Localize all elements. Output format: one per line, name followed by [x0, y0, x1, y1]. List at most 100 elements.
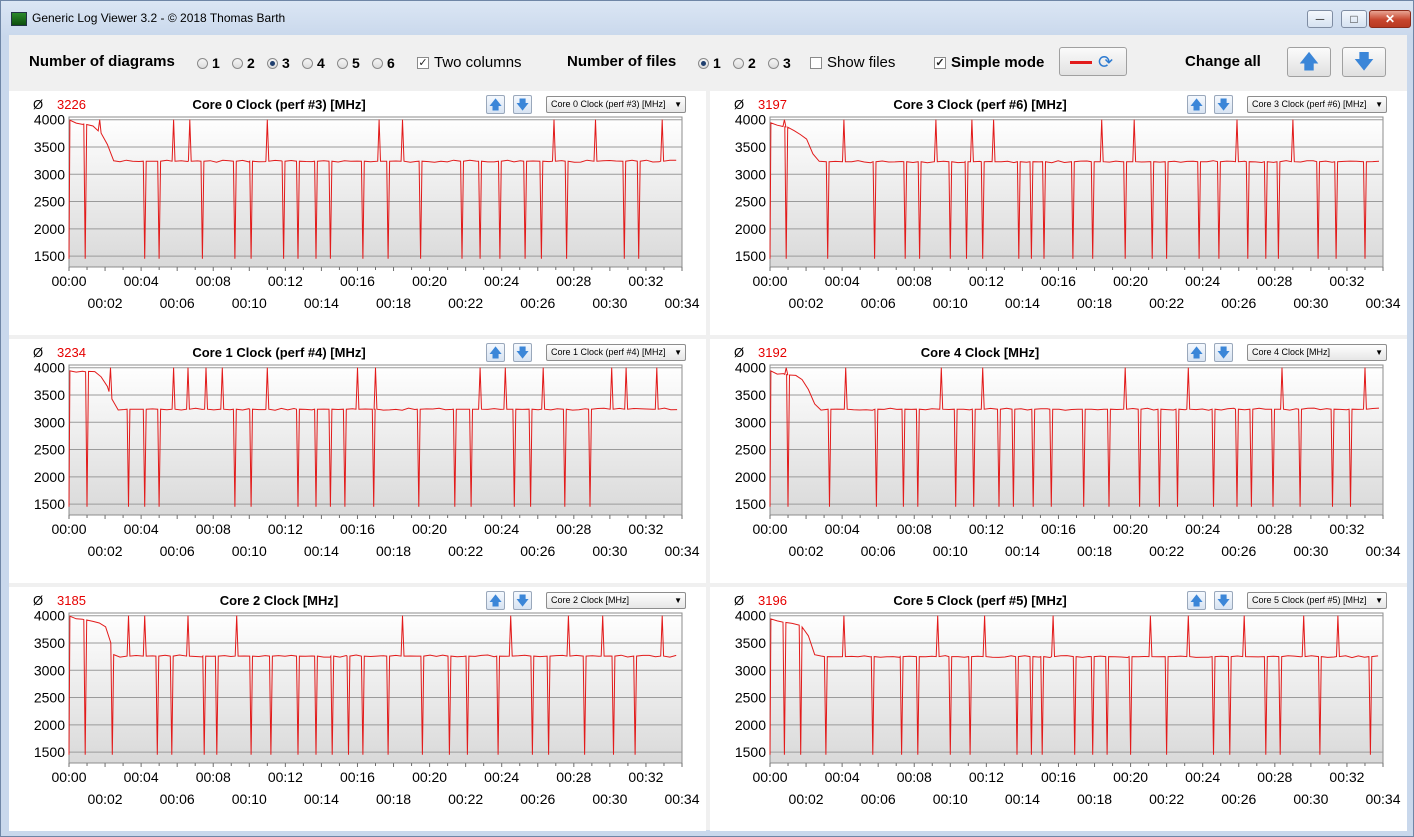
diagram-move-up-button[interactable]: 🡅 [1187, 343, 1206, 362]
window-title: Generic Log Viewer 3.2 - © 2018 Thomas B… [32, 11, 286, 25]
file-radio-label: 3 [783, 55, 791, 71]
y-tick-label: 2000 [34, 469, 65, 485]
simple-mode-label: Simple mode [951, 54, 1045, 71]
x-tick-label: 00:32 [1329, 521, 1364, 537]
sensor-select[interactable]: Core 3 Clock (perf #6) [MHz] ▼ [1247, 96, 1387, 113]
show-files-check-icon[interactable] [810, 56, 822, 69]
diagram-radio-4[interactable]: 4 [302, 55, 325, 71]
diagram-radio-5[interactable]: 5 [337, 55, 360, 71]
diagram-panel: Ø 3197 Core 3 Clock (perf #6) [MHz] 🡅 🡇 … [710, 91, 1407, 335]
diagram-move-up-button[interactable]: 🡅 [486, 95, 505, 114]
x-tick-label: 00:34 [1365, 791, 1400, 807]
x-tick-label: 00:30 [592, 543, 627, 559]
x-tick-label: 00:18 [1077, 791, 1112, 807]
sensor-select-value: Core 3 Clock (perf #6) [MHz] [1252, 99, 1367, 109]
diagram-radio-label: 1 [212, 55, 220, 71]
file-radio-1[interactable]: 1 [698, 55, 721, 71]
sensor-select[interactable]: Core 2 Clock [MHz] ▼ [546, 592, 686, 609]
diagram-radio-dot-icon[interactable] [337, 57, 348, 69]
move-all-up-button[interactable]: 🡅 [1287, 47, 1331, 77]
diagram-move-up-button[interactable]: 🡅 [486, 591, 505, 610]
diagram-radio-3[interactable]: 3 [267, 55, 290, 71]
x-tick-label: 00:02 [88, 543, 123, 559]
y-tick-label: 1500 [34, 248, 65, 264]
clock-line-chart: 15002000250030003500400000:00 00:04 00:08 0… [735, 609, 1401, 807]
two-columns-check-icon[interactable]: ✓ [417, 56, 429, 69]
x-tick-label: 00:22 [1149, 791, 1184, 807]
diagram-move-down-button[interactable]: 🡇 [513, 591, 532, 610]
clock-line-chart: 15002000250030003500400000:00 00:04 00:08 0… [34, 113, 700, 311]
move-all-down-button[interactable]: 🡇 [1342, 47, 1386, 77]
line-style-button[interactable]: ⟳ [1059, 47, 1127, 76]
diagram-move-up-button[interactable]: 🡅 [486, 343, 505, 362]
close-button[interactable]: ✕ [1369, 10, 1411, 28]
show-files-label: Show files [827, 54, 896, 71]
y-tick-label: 4000 [34, 361, 65, 376]
arrow-down-icon: 🡇 [1216, 97, 1231, 112]
diagram-radio-dot-icon[interactable] [267, 57, 278, 69]
minimize-button[interactable]: ─ [1307, 10, 1333, 28]
diagram-radio-dot-icon[interactable] [372, 57, 383, 69]
simple-mode-checkbox[interactable]: ✓ Simple mode [934, 54, 1044, 71]
file-radio-dot-icon[interactable] [733, 57, 744, 69]
diagram-move-up-button[interactable]: 🡅 [1187, 95, 1206, 114]
file-radio-2[interactable]: 2 [733, 55, 756, 71]
x-tick-label: 00:30 [1293, 295, 1328, 311]
diagram-radio-1[interactable]: 1 [197, 55, 220, 71]
y-tick-label: 1500 [735, 248, 766, 264]
title-bar[interactable]: Generic Log Viewer 3.2 - © 2018 Thomas B… [1, 1, 1413, 35]
sensor-select[interactable]: Core 1 Clock (perf #4) [MHz] ▼ [546, 344, 686, 361]
y-tick-label: 1500 [735, 744, 766, 760]
sensor-select[interactable]: Core 0 Clock (perf #3) [MHz] ▼ [546, 96, 686, 113]
diagram-radio-dot-icon[interactable] [197, 57, 208, 69]
diagram-move-down-button[interactable]: 🡇 [513, 95, 532, 114]
x-tick-label: 00:04 [124, 521, 159, 537]
x-tick-label: 00:26 [1221, 791, 1256, 807]
sensor-select[interactable]: Core 5 Clock (perf #5) [MHz] ▼ [1247, 592, 1387, 609]
two-columns-checkbox[interactable]: ✓ Two columns [417, 54, 522, 71]
diagrams-label: Number of diagrams [29, 53, 175, 70]
diagram-move-down-button[interactable]: 🡇 [1214, 95, 1233, 114]
diagram-move-up-button[interactable]: 🡅 [1187, 591, 1206, 610]
arrow-down-icon: 🡇 [1216, 345, 1231, 360]
diagram-radio-6[interactable]: 6 [372, 55, 395, 71]
arrow-down-icon: 🡇 [515, 593, 530, 608]
y-tick-label: 3500 [34, 139, 65, 155]
diagram-radio-2[interactable]: 2 [232, 55, 255, 71]
file-radio-dot-icon[interactable] [768, 57, 779, 69]
file-radio-label: 1 [713, 55, 721, 71]
x-tick-label: 00:24 [1185, 273, 1220, 289]
diagram-move-down-button[interactable]: 🡇 [513, 343, 532, 362]
sensor-select[interactable]: Core 4 Clock [MHz] ▼ [1247, 344, 1387, 361]
diagram-move-down-button[interactable]: 🡇 [1214, 591, 1233, 610]
maximize-button[interactable]: □ [1341, 10, 1367, 28]
x-tick-label: 00:24 [1185, 769, 1220, 785]
x-tick-label: 00:28 [1257, 769, 1292, 785]
x-tick-label: 00:02 [789, 791, 824, 807]
simple-mode-check-icon[interactable]: ✓ [934, 56, 946, 69]
x-tick-label: 00:26 [520, 543, 555, 559]
x-tick-label: 00:02 [789, 543, 824, 559]
diagram-title: Core 5 Clock (perf #5) [MHz] [893, 593, 1067, 608]
x-tick-label: 00:16 [1041, 273, 1076, 289]
x-tick-label: 00:10 [933, 295, 968, 311]
file-radio-dot-icon[interactable] [698, 57, 709, 69]
file-radio-3[interactable]: 3 [768, 55, 791, 71]
diagram-radio-label: 2 [247, 55, 255, 71]
diagram-radio-dot-icon[interactable] [302, 57, 313, 69]
diagram-title: Core 1 Clock (perf #4) [MHz] [192, 345, 366, 360]
arrow-up-icon: 🡅 [1189, 97, 1204, 112]
diagram-move-down-button[interactable]: 🡇 [1214, 343, 1233, 362]
y-tick-label: 1500 [34, 744, 65, 760]
x-tick-label: 00:34 [1365, 295, 1400, 311]
diagram-radio-dot-icon[interactable] [232, 57, 243, 69]
x-tick-label: 00:16 [340, 521, 375, 537]
x-tick-label: 00:10 [232, 791, 267, 807]
x-tick-label: 00:34 [664, 543, 699, 559]
x-tick-label: 00:10 [933, 543, 968, 559]
y-tick-label: 3500 [34, 387, 65, 403]
x-tick-label: 00:18 [1077, 543, 1112, 559]
x-tick-label: 00:14 [1005, 791, 1040, 807]
arrow-down-icon: 🡇 [515, 345, 530, 360]
show-files-checkbox[interactable]: Show files [810, 54, 895, 71]
